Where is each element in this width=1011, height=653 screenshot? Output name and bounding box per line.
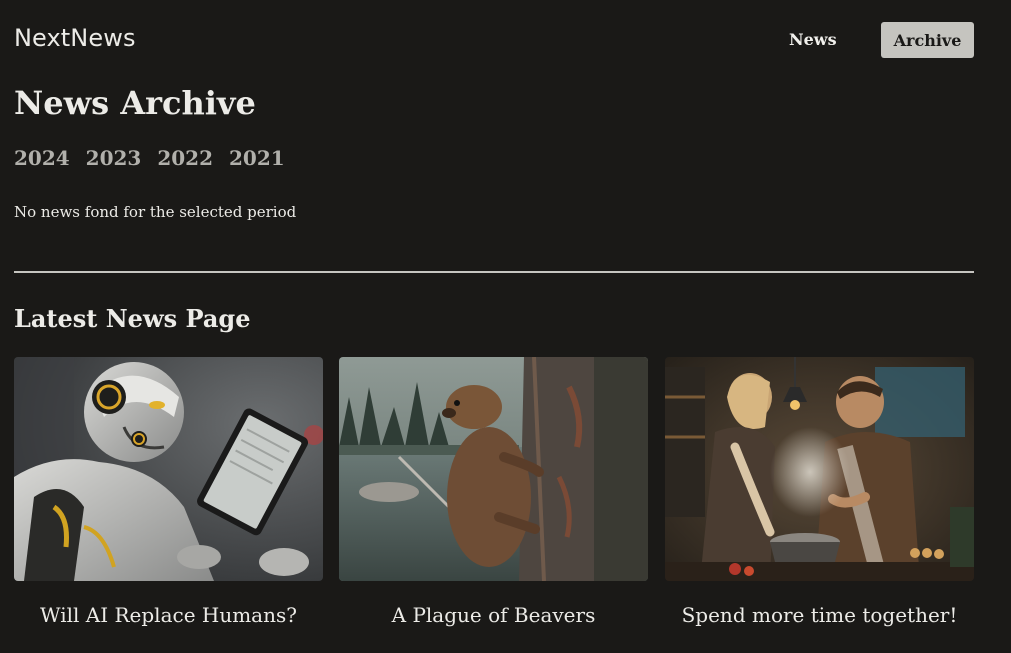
news-card-title[interactable]: A Plague of Beavers [339, 603, 648, 627]
news-card-title[interactable]: Spend more time together! [665, 603, 974, 627]
beaver-image [339, 357, 648, 581]
empty-state-message: No news fond for the selected period [14, 203, 297, 221]
year-link-2024[interactable]: 2024 [14, 146, 70, 170]
brand-logo[interactable]: NextNews [14, 24, 136, 52]
latest-news-heading: Latest News Page [14, 304, 251, 333]
cooking-image [665, 357, 974, 581]
nav-news-link[interactable]: News [789, 30, 837, 49]
news-card-image-cooking[interactable] [665, 357, 974, 581]
section-divider [14, 271, 974, 273]
robot-image [14, 357, 323, 581]
year-link-2021[interactable]: 2021 [229, 146, 285, 170]
year-link-2022[interactable]: 2022 [157, 146, 213, 170]
news-card[interactable]: Will AI Replace Humans? [14, 357, 323, 627]
news-card-title[interactable]: Will AI Replace Humans? [14, 603, 323, 627]
nav-archive-button[interactable]: Archive [881, 22, 974, 58]
news-card-image-beaver[interactable] [339, 357, 648, 581]
year-link-2023[interactable]: 2023 [86, 146, 142, 170]
page-title: News Archive [14, 84, 256, 122]
news-card[interactable]: A Plague of Beavers [339, 357, 648, 627]
news-card-image-robot[interactable] [14, 357, 323, 581]
news-card[interactable]: Spend more time together! [665, 357, 974, 627]
year-filter: 2024 2023 2022 2021 [14, 146, 285, 170]
